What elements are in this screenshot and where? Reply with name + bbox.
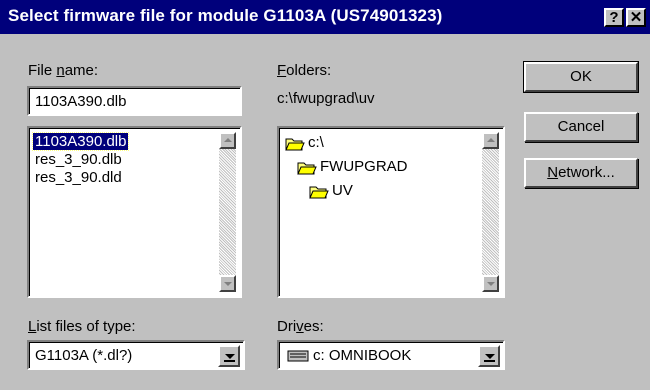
open-folder-icon — [309, 186, 329, 199]
arrow-up-icon — [224, 138, 232, 142]
scroll-up-button[interactable] — [219, 132, 236, 149]
drives-dropdown-button[interactable] — [478, 345, 500, 367]
folder-item-fwupgrad[interactable]: FWUPGRAD — [297, 157, 408, 177]
file-list[interactable]: 1103A390.dlb res_3_90.dlb res_3_90.dld — [27, 126, 242, 298]
current-path: c:\fwupgrad\uv — [277, 90, 375, 107]
file-name-input[interactable]: 1103A390.dlb — [27, 86, 242, 116]
drives-label: Drives: — [277, 318, 324, 335]
drives-select[interactable]: c: OMNIBOOK — [277, 340, 505, 370]
help-button[interactable]: ? — [604, 8, 624, 27]
folder-tree[interactable]: c:\ FWUPGRAD UV — [277, 126, 505, 298]
drives-value: c: OMNIBOOK — [313, 347, 412, 364]
arrow-up-icon — [487, 138, 495, 142]
chevron-down-icon — [485, 354, 495, 359]
scroll-up-button[interactable] — [482, 132, 499, 149]
folder-tree-scrollbar[interactable] — [482, 132, 499, 292]
folder-item-uv[interactable]: UV — [309, 181, 353, 201]
drives-value-wrap: c: OMNIBOOK — [287, 347, 411, 364]
cancel-button[interactable]: Cancel — [524, 112, 638, 142]
network-button[interactable]: Network... — [524, 158, 638, 188]
chevron-down-icon — [225, 354, 235, 359]
open-folder-icon — [297, 162, 317, 175]
file-type-select[interactable]: G1103A (*.dl?) — [27, 340, 245, 370]
arrow-down-icon — [224, 282, 232, 286]
scroll-down-button[interactable] — [219, 275, 236, 292]
file-list-item[interactable]: res_3_90.dld — [33, 169, 124, 186]
close-button[interactable]: ✕ — [626, 8, 646, 27]
file-name-value: 1103A390.dlb — [35, 93, 127, 110]
file-list-item[interactable]: res_3_90.dlb — [33, 151, 124, 168]
window-title: Select firmware file for module G1103A (… — [8, 6, 443, 25]
hard-drive-icon — [287, 350, 309, 362]
folder-item-root[interactable]: c:\ — [285, 133, 324, 153]
folder-item-label: UV — [332, 182, 353, 199]
arrow-down-icon — [487, 282, 495, 286]
file-list-scrollbar[interactable] — [219, 132, 236, 292]
file-name-label: File name: — [28, 62, 99, 79]
folder-item-label: FWUPGRAD — [320, 158, 408, 175]
scroll-down-button[interactable] — [482, 275, 499, 292]
open-folder-icon — [285, 138, 305, 151]
file-type-value: G1103A (*.dl?) — [35, 347, 133, 364]
ok-button[interactable]: OK — [523, 61, 639, 93]
file-type-dropdown-button[interactable] — [218, 345, 240, 367]
folder-item-label: c:\ — [308, 134, 324, 151]
folders-label: Folders: — [277, 62, 332, 79]
file-type-label: List files of type: — [28, 318, 136, 335]
file-list-item[interactable]: 1103A390.dlb — [31, 132, 130, 151]
